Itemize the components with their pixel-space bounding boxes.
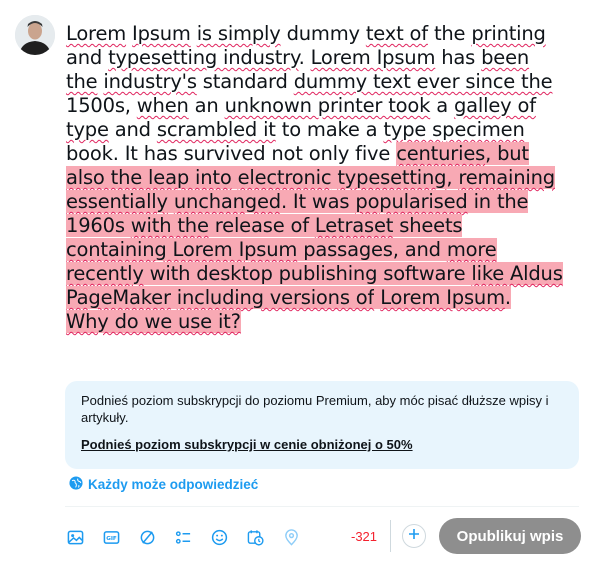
globe-icon	[69, 475, 83, 493]
composer-text: book. It has survived not only five	[66, 142, 397, 165]
misspelled-text: typesetting industry	[108, 46, 299, 69]
misspelled-text: dummy text ever since the	[293, 70, 553, 93]
composer-text: dummy	[280, 22, 366, 45]
schedule-icon[interactable]	[246, 528, 264, 546]
premium-message: Podnieś poziom subskrypcji do poziomu Pr…	[81, 393, 549, 425]
grok-icon[interactable]	[138, 528, 156, 546]
misspelled-text: PageMaker	[66, 286, 171, 309]
composer-text: to make a	[275, 118, 384, 141]
composer-text: has	[435, 46, 482, 69]
premium-upgrade-link[interactable]: Podnieś poziom subskrypcji w cenie obniż…	[81, 436, 563, 453]
premium-upsell-banner: Podnieś poziom subskrypcji do poziomu Pr…	[65, 381, 579, 469]
highlighted-text: release of	[208, 214, 315, 237]
highlighted-text	[170, 286, 177, 309]
tweet-composer[interactable]: Lorem Ipsum is simply dummy text of the …	[66, 22, 566, 334]
misspelled-text: industry's	[103, 70, 197, 93]
misspelled-text: typesetting	[337, 166, 447, 189]
image-icon[interactable]	[66, 528, 84, 546]
composer-text: the	[427, 22, 472, 45]
misspelled-text: containing Lorem Ipsum	[66, 238, 298, 261]
misspelled-text: Lorem Ipsum	[310, 46, 436, 69]
composer-text: 1500s,	[66, 94, 137, 117]
misspelled-text: printing	[471, 22, 546, 45]
avatar[interactable]	[15, 15, 55, 55]
reply-setting-label: Każdy może odpowiedzieć	[88, 476, 259, 492]
misspelled-text: unchanged	[173, 190, 281, 213]
highlighted-text: with desktop publishing software	[143, 262, 472, 285]
misspelled-text: scrambled it	[156, 118, 276, 141]
composer-paragraph: Lorem Ipsum is simply dummy text of the …	[66, 22, 566, 310]
plus-icon	[408, 527, 420, 545]
reply-setting-button[interactable]: Każdy może odpowiedzieć	[69, 475, 258, 493]
highlighted-text	[167, 190, 174, 213]
composer-text: .	[298, 46, 311, 69]
misspelled-text: electronic	[237, 166, 332, 189]
post-button[interactable]: Opublikuj wpis	[439, 518, 581, 554]
misspelled-text: also the leap into	[66, 166, 232, 189]
highlighted-text	[231, 166, 238, 189]
composer-second-line: Why do we use it?	[66, 310, 566, 334]
composer-text: an	[188, 94, 225, 117]
misspelled-text: when	[136, 94, 189, 117]
highlighted-text: Why do we use it?	[66, 310, 241, 333]
location-icon[interactable]	[282, 528, 300, 546]
composer-toolbar: GIF	[66, 526, 300, 548]
highlighted-text: sheets	[393, 214, 463, 237]
toolbar-separator	[390, 520, 391, 552]
misspelled-text: popularised	[355, 190, 468, 213]
misspelled-text: unknown printer took	[224, 94, 431, 117]
misspelled-text: like Aldus	[471, 262, 563, 285]
highlighted-text: . It was	[280, 190, 356, 213]
composer-text: standard	[196, 70, 294, 93]
misspelled-text: including versions of	[176, 286, 375, 309]
gif-icon[interactable]: GIF	[102, 528, 120, 546]
misspelled-text: type specimen	[383, 118, 525, 141]
divider	[65, 506, 579, 507]
misspelled-text: Letraset	[314, 214, 394, 237]
highlighted-text: , but	[485, 142, 529, 165]
highlighted-text: ,	[446, 166, 459, 189]
misspelled-text: Lorem	[66, 22, 127, 45]
highlighted-text: passages, and	[297, 238, 447, 261]
svg-text:GIF: GIF	[106, 535, 117, 541]
highlighted-text: .	[504, 286, 511, 309]
misspelled-text: is simply	[196, 22, 281, 45]
misspelled-text: with the	[130, 214, 209, 237]
character-counter: -321	[351, 529, 378, 544]
poll-icon[interactable]	[174, 528, 192, 546]
misspelled-text: centuries	[396, 142, 486, 165]
misspelled-text: Ipsum	[132, 22, 191, 45]
add-post-button[interactable]	[402, 524, 426, 548]
misspelled-text: text of	[365, 22, 428, 45]
composer-text: and	[108, 118, 157, 141]
composer-text: a	[430, 94, 454, 117]
misspelled-text: Lorem Ipsum	[380, 286, 505, 309]
emoji-icon[interactable]	[210, 528, 228, 546]
composer-text: and	[66, 46, 109, 69]
